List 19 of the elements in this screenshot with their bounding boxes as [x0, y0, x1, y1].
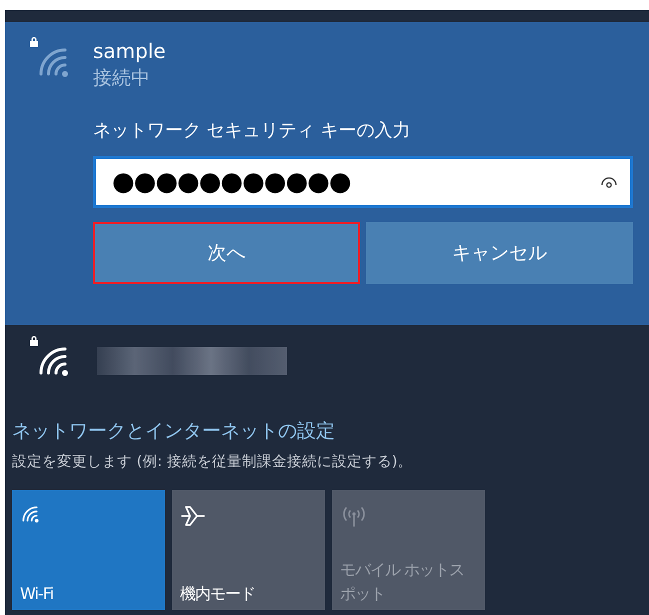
network-settings-link[interactable]: ネットワークとインターネットの設定: [12, 417, 649, 445]
antenna-icon: [340, 504, 368, 528]
tile-label: モバイル ホットスポット: [340, 559, 466, 605]
network-name: sample: [93, 38, 167, 64]
tile-label: 機内モード: [180, 583, 255, 605]
tile-label: Wi-Fi: [20, 583, 54, 605]
airplane-icon: [180, 504, 208, 528]
security-key-field[interactable]: ●●●●●●●●●●●: [93, 156, 633, 208]
lock-icon: [29, 36, 39, 48]
reveal-password-icon[interactable]: [601, 176, 617, 188]
lock-icon: [29, 335, 39, 347]
settings-description: 設定を変更します (例: 接続を従量制課金接続に設定する)。: [12, 452, 414, 472]
quick-action-tile[interactable]: 機内モード: [172, 490, 325, 610]
security-key-label: ネットワーク セキュリティ キーの入力: [93, 119, 412, 143]
next-button[interactable]: 次へ: [93, 222, 360, 284]
wifi-icon: [20, 504, 40, 524]
connection-status: 接続中: [93, 66, 151, 91]
cancel-button[interactable]: キャンセル: [366, 222, 633, 284]
quick-action-tile[interactable]: Wi-Fi: [12, 490, 165, 610]
